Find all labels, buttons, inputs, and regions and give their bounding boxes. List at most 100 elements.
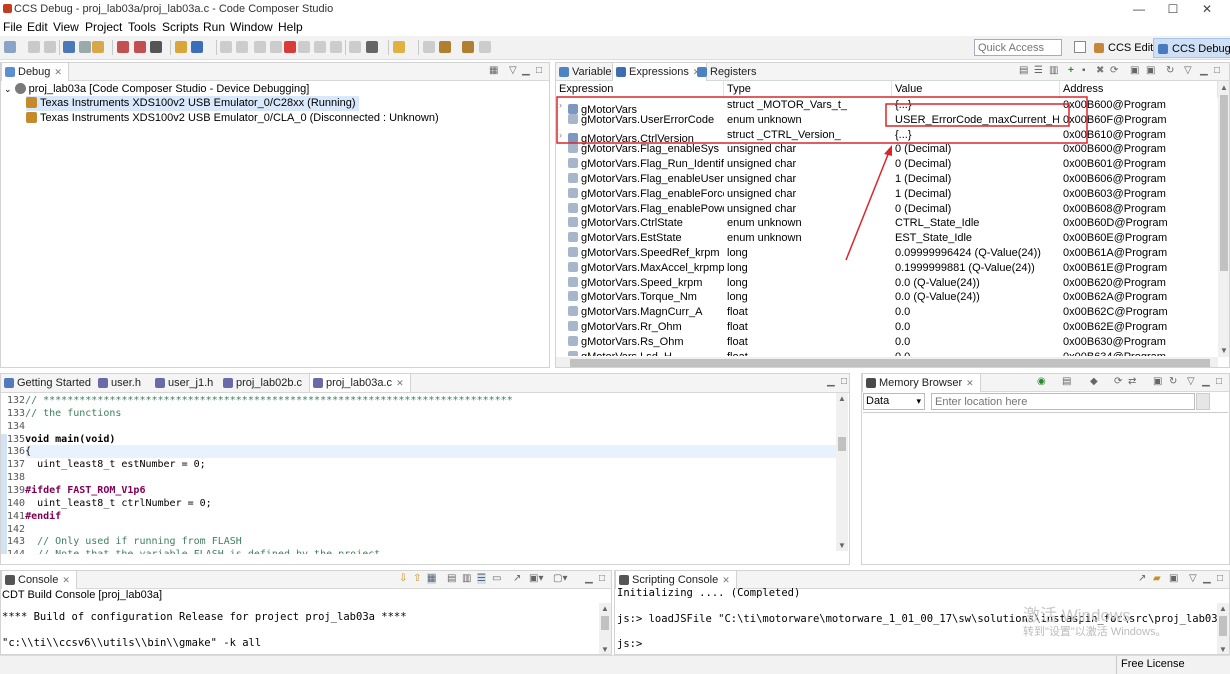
minimize-view-icon[interactable]: ▁ (585, 573, 593, 584)
code-text: // the functions (25, 407, 122, 419)
chevron-down-icon: ▾ (916, 396, 921, 406)
code-area[interactable]: 132// **********************************… (7, 394, 837, 554)
save-memory-icon[interactable]: ▤ (1062, 376, 1071, 387)
view-menu-icon[interactable]: ▽ (1187, 376, 1195, 387)
line-number: 133 (7, 407, 26, 419)
annotation-arrow-head (884, 145, 892, 156)
tab-memory-browser[interactable]: Memory Browser ✕ (862, 374, 981, 392)
clear-console-icon[interactable]: ▤ (447, 573, 456, 584)
watermark-subtitle: 转到"设置"以激活 Windows。 (1023, 626, 1167, 638)
maximize-view-icon[interactable]: □ (599, 573, 605, 584)
code-line[interactable]: 132// **********************************… (7, 395, 513, 408)
console-subtitle: CDT Build Console [proj_lab03a] (2, 589, 162, 601)
open-console-icon[interactable]: ↗ (513, 573, 521, 584)
tab-user-j1-h[interactable]: user_j1.h (152, 374, 219, 392)
close-icon[interactable]: ✕ (966, 378, 974, 388)
code-line[interactable]: 143 // Only used if running from FLASH (7, 536, 242, 549)
load-memory-icon[interactable]: ◆ (1090, 376, 1098, 387)
script-prompt[interactable]: js:> (617, 638, 642, 650)
code-text: void main(void) (25, 433, 116, 445)
c-file-icon (313, 378, 323, 388)
code-line[interactable]: 134 (7, 421, 25, 434)
maximize-view-icon[interactable]: □ (841, 376, 847, 387)
line-number: 135 (7, 433, 26, 445)
line-number: 144 (7, 549, 25, 554)
tab-proj-lab02b[interactable]: proj_lab02b.c (220, 374, 308, 392)
memory-browser-view: Memory Browser ✕ ◉ ▤ ◆ ⟳ ⇄ ▣ ↻ ▽ ▁ □ Data… (861, 373, 1230, 565)
line-number: 137 (7, 459, 26, 471)
tab-proj-lab03a[interactable]: proj_lab03a.c ✕ (309, 374, 411, 392)
new-tab-icon[interactable]: ▣ (1153, 376, 1162, 387)
sync-icon[interactable]: ⇄ (1128, 376, 1136, 387)
close-icon[interactable]: ✕ (396, 378, 404, 388)
line-number: 139 (7, 484, 26, 496)
refresh-icon[interactable]: ⟳ (1114, 376, 1122, 387)
line-number: 140 (7, 497, 26, 509)
scripting-console-view: Scripting Console ✕ ↗ ▰ ▣ ▽ ▁ □ Initializ… (614, 570, 1230, 655)
tab-console[interactable]: Console ✕ (1, 571, 77, 589)
line-number: 136 (7, 446, 26, 458)
script-line-1: Initializing .... (Completed) (617, 587, 801, 599)
memory-go-button[interactable] (1196, 393, 1210, 410)
scroll-lock-icon[interactable]: ⇩ (399, 573, 407, 584)
line-number: 142 (7, 523, 26, 535)
console-line-1: **** Build of configuration Release for … (2, 611, 407, 623)
display-console-icon[interactable]: ▭ (492, 573, 501, 584)
header-file-icon (98, 378, 108, 388)
scroll-up-icon[interactable]: ⇧ (413, 573, 421, 584)
code-text: // *************************************… (25, 395, 513, 406)
memory-type-select[interactable]: Data ▾ (863, 393, 925, 410)
code-line[interactable]: 133// the functions (7, 408, 121, 421)
script-vscroll[interactable]: ▲ ▼ (1217, 603, 1229, 654)
view-menu-icon[interactable]: ▽ (1189, 573, 1197, 584)
code-text: // Note that the variable FLASH is defin… (25, 549, 380, 554)
code-line[interactable]: 136{ (7, 446, 31, 459)
maximize-view-icon[interactable]: □ (1216, 376, 1222, 387)
code-line[interactable]: 135void main(void) (7, 434, 115, 447)
close-icon[interactable]: ✕ (722, 575, 730, 585)
script-icon (619, 575, 629, 585)
editor-vscroll[interactable]: ▲ ▼ (836, 393, 848, 551)
code-line[interactable]: 140 uint_least8_t ctrlNumber = 0; (7, 498, 212, 511)
editor-view: Getting Started user.h user_j1.h proj_la… (0, 373, 850, 565)
word-wrap-icon[interactable]: ☰ (477, 573, 486, 584)
new-console-icon[interactable]: ▢▾ (553, 573, 567, 584)
maximize-view-icon[interactable]: □ (1217, 573, 1223, 584)
console-line-3: "c:\\ti\\ccsv6\\utils\\bin\\gmake" -k al… (2, 637, 262, 649)
annotation-rect-value (885, 103, 1070, 127)
console-vscroll[interactable]: ▲ ▼ (599, 603, 611, 654)
code-line[interactable]: 139#ifdef FAST_ROM_V1p6 (7, 485, 145, 498)
line-number: 132 (7, 395, 26, 406)
folder-icon[interactable]: ▰ (1153, 573, 1161, 584)
minimize-view-icon[interactable]: ▁ (827, 376, 835, 387)
go-icon[interactable]: ◉ (1037, 376, 1046, 387)
open-file-icon[interactable]: ↗ (1138, 573, 1146, 584)
code-text: #ifdef FAST_ROM_V1p6 (25, 484, 146, 496)
code-line[interactable]: 142 (7, 524, 25, 537)
minimize-view-icon[interactable]: ▁ (1203, 573, 1211, 584)
code-line[interactable]: 141#endif (7, 511, 61, 524)
console-icon (5, 575, 15, 585)
code-text: uint_least8_t estNumber = 0; (25, 459, 206, 471)
code-text: #endif (25, 510, 62, 522)
code-line[interactable]: 138 (7, 472, 25, 485)
minimize-view-icon[interactable]: ▁ (1202, 376, 1210, 387)
license-status: Free License (1121, 658, 1185, 670)
c-file-icon (223, 378, 233, 388)
code-line[interactable]: 144 // Note that the variable FLASH is d… (7, 549, 380, 554)
tab-user-h[interactable]: user.h (95, 374, 147, 392)
line-number: 141 (7, 510, 26, 522)
pin-icon[interactable]: ↻ (1169, 376, 1177, 387)
header-file-icon (155, 378, 165, 388)
tab-getting-started[interactable]: Getting Started (1, 374, 97, 392)
pin-console-icon[interactable]: ▥ (462, 573, 471, 584)
memory-location-input[interactable] (931, 393, 1195, 410)
save-log-icon[interactable]: ▣ (1169, 573, 1178, 584)
close-icon[interactable]: ✕ (62, 575, 70, 585)
code-line[interactable]: 137 uint_least8_t estNumber = 0; (7, 459, 206, 472)
getting-started-icon (4, 378, 14, 388)
console-select-icon[interactable]: ▣▾ (529, 573, 543, 584)
show-console-icon[interactable]: ▦ (427, 573, 437, 584)
memory-icon (866, 378, 876, 388)
code-text: { (25, 446, 32, 458)
